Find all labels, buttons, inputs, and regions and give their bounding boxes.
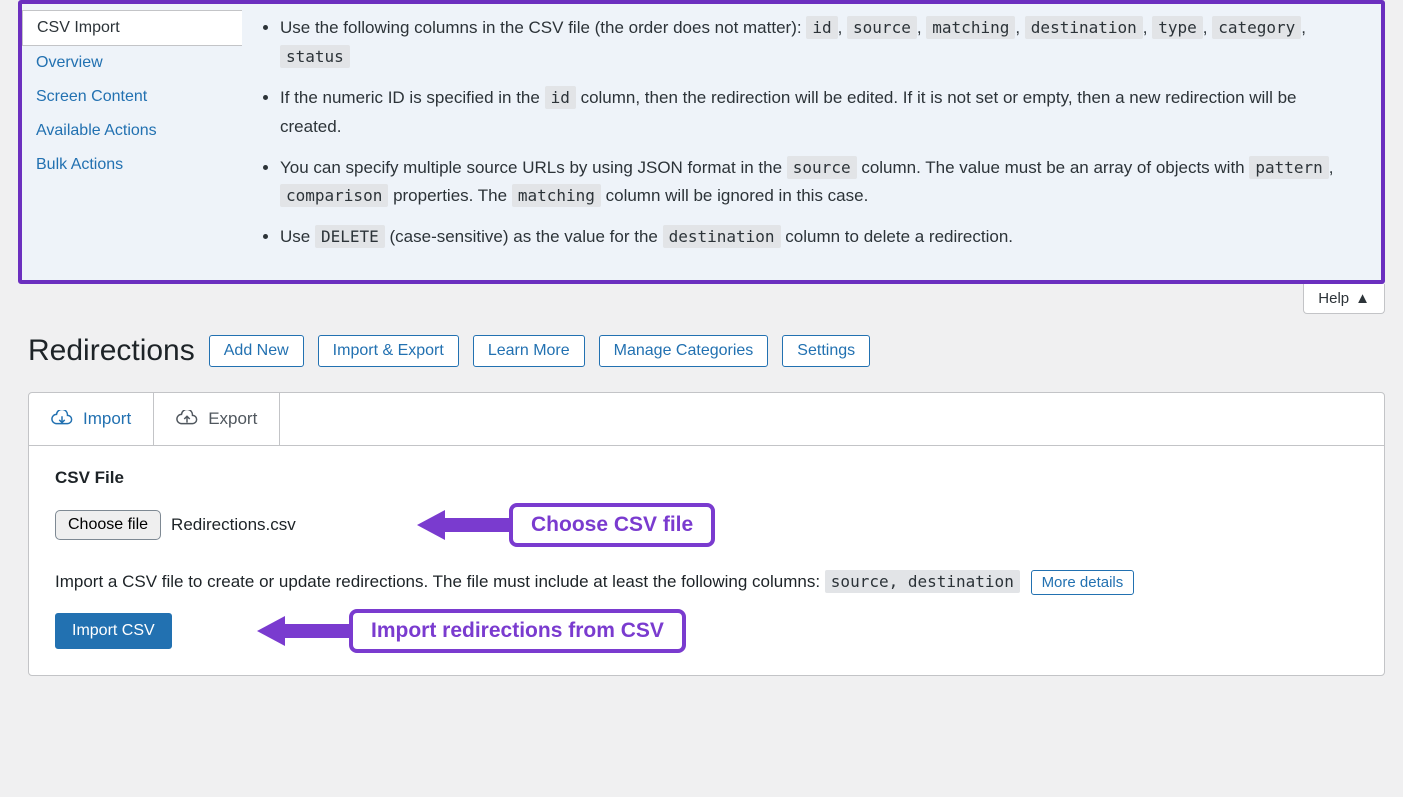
import-description-pre: Import a CSV file to create or update re… [55,572,825,591]
help-bullet-2-pre: If the numeric ID is specified in the [280,88,545,107]
tab-import-label: Import [83,409,131,429]
help-bullet-3: You can specify multiple source URLs by … [280,154,1351,212]
help-panel: CSV Import Overview Screen Content Avail… [18,0,1385,284]
code-category: category [1212,16,1301,39]
help-toggle-label: Help [1318,290,1349,307]
code-destination-2: destination [663,225,781,248]
code-comparison: comparison [280,184,388,207]
help-tab-csv-import[interactable]: CSV Import [22,10,242,46]
choose-file-button[interactable]: Choose file [55,510,161,540]
manage-categories-button[interactable]: Manage Categories [599,335,769,367]
help-content: Use the following columns in the CSV fil… [242,4,1381,280]
help-tab-bulk-actions[interactable]: Bulk Actions [22,148,242,182]
more-details-button[interactable]: More details [1031,570,1135,595]
help-bullet-4-post: column to delete a redirection. [785,227,1013,246]
file-input-row: Choose file Redirections.csv Choose CSV … [55,510,1358,540]
code-source-2: source [787,156,857,179]
help-sidebar: CSV Import Overview Screen Content Avail… [22,4,242,280]
annotation-choose-file-label: Choose CSV file [509,503,715,547]
arrow-left-icon [255,613,355,649]
code-destination: destination [1025,16,1143,39]
code-id-2: id [545,86,576,109]
help-bullet-4-pre: Use [280,227,315,246]
settings-button[interactable]: Settings [782,335,870,367]
page-header: Redirections Add New Import & Export Lea… [0,314,1403,378]
tab-export-label: Export [208,409,257,429]
chosen-file-name: Redirections.csv [171,515,296,535]
cloud-upload-icon [176,410,198,428]
import-export-panel: Import Export CSV File Choose file Redir… [28,392,1385,676]
help-bullet-1: Use the following columns in the CSV fil… [280,14,1351,72]
import-description: Import a CSV file to create or update re… [55,568,1358,595]
help-bullet-4: Use DELETE (case-sensitive) as the value… [280,223,1351,252]
code-required-columns: source, destination [825,570,1020,593]
tab-export[interactable]: Export [154,393,280,445]
page-title: Redirections [28,334,195,368]
help-bullet-3-mid1: column. The value must be an array of ob… [861,158,1249,177]
annotation-import-csv-label: Import redirections from CSV [349,609,686,653]
annotation-choose-file: Choose CSV file [415,503,715,547]
help-toggle-button[interactable]: Help ▲ [1303,284,1385,314]
tab-import[interactable]: Import [29,393,154,445]
code-pattern: pattern [1249,156,1328,179]
panel-body: CSV File Choose file Redirections.csv Ch… [29,446,1384,675]
code-id: id [806,16,837,39]
arrow-left-icon [415,507,515,543]
help-bullet-3-pre: You can specify multiple source URLs by … [280,158,787,177]
help-tab-available-actions[interactable]: Available Actions [22,114,242,148]
code-comma: , [1329,158,1334,177]
help-tab-overview[interactable]: Overview [22,46,242,80]
import-export-button[interactable]: Import & Export [318,335,459,367]
code-status: status [280,45,350,68]
help-bullet-3-post: column will be ignored in this case. [606,186,869,205]
help-bullet-4-mid: (case-sensitive) as the value for the [390,227,663,246]
caret-up-icon: ▲ [1355,290,1370,307]
learn-more-button[interactable]: Learn More [473,335,585,367]
csv-file-heading: CSV File [55,468,1358,488]
add-new-button[interactable]: Add New [209,335,304,367]
import-csv-row: Import CSV Import redirections from CSV [55,613,1358,649]
help-bullet-1-text: Use the following columns in the CSV fil… [280,18,806,37]
help-bullet-3-mid2: properties. The [393,186,512,205]
code-source: source [847,16,917,39]
help-bullet-2: If the numeric ID is specified in the id… [280,84,1351,142]
code-delete: DELETE [315,225,385,248]
code-matching: matching [926,16,1015,39]
code-type: type [1152,16,1203,39]
annotation-import-csv: Import redirections from CSV [255,609,686,653]
cloud-download-icon [51,410,73,428]
code-matching-2: matching [512,184,601,207]
help-tab-screen-content[interactable]: Screen Content [22,80,242,114]
import-csv-button[interactable]: Import CSV [55,613,172,649]
tabs-row: Import Export [29,393,1384,446]
